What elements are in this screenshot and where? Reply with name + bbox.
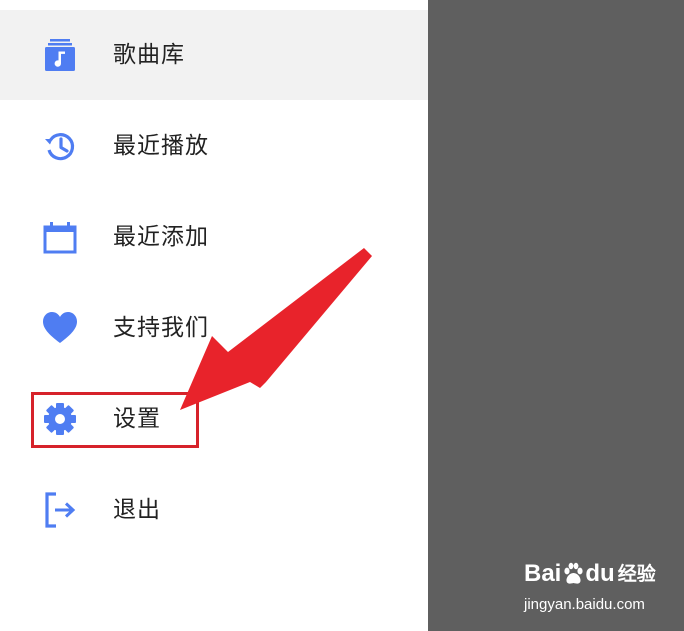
navigation-drawer: 歌曲库 最近播放 最近添加 支持我们 设置 退出 [0,0,428,631]
history-icon [40,126,80,166]
menu-item-music-library[interactable]: 歌曲库 [0,10,428,100]
jingyan-logo-text: 经验 [617,562,656,585]
menu-label-music-library: 歌曲库 [113,41,185,68]
watermark-url: jingyan.baidu.com [524,596,645,613]
exit-icon [40,490,80,530]
menu-item-exit[interactable]: 退出 [0,465,428,555]
paw-icon [564,562,583,584]
menu-label-support-us: 支持我们 [113,314,209,341]
baidu-logo-text-bai: Bai [524,560,562,587]
menu-item-support-us[interactable]: 支持我们 [0,283,428,373]
drawer-scrim-overlay[interactable] [428,0,684,631]
calendar-icon [40,217,80,257]
music-library-icon [40,35,80,75]
baidu-jingyan-watermark: Bai du 经验 jingyan.baidu.com [522,560,662,620]
menu-item-recent-play[interactable]: 最近播放 [0,101,428,191]
baidu-logo-text-du: du [585,560,615,587]
menu-label-recently-added: 最近添加 [113,223,209,250]
menu-item-recently-added[interactable]: 最近添加 [0,192,428,282]
menu-label-recent-play: 最近播放 [113,132,209,159]
heart-icon [40,308,80,348]
menu-label-exit: 退出 [113,496,161,523]
baidu-logo: Bai du 经验 [524,562,656,586]
settings-highlight-box [31,392,199,448]
screen: 歌曲库 最近播放 最近添加 支持我们 设置 退出 Bai du 经验 jingy… [0,0,684,631]
